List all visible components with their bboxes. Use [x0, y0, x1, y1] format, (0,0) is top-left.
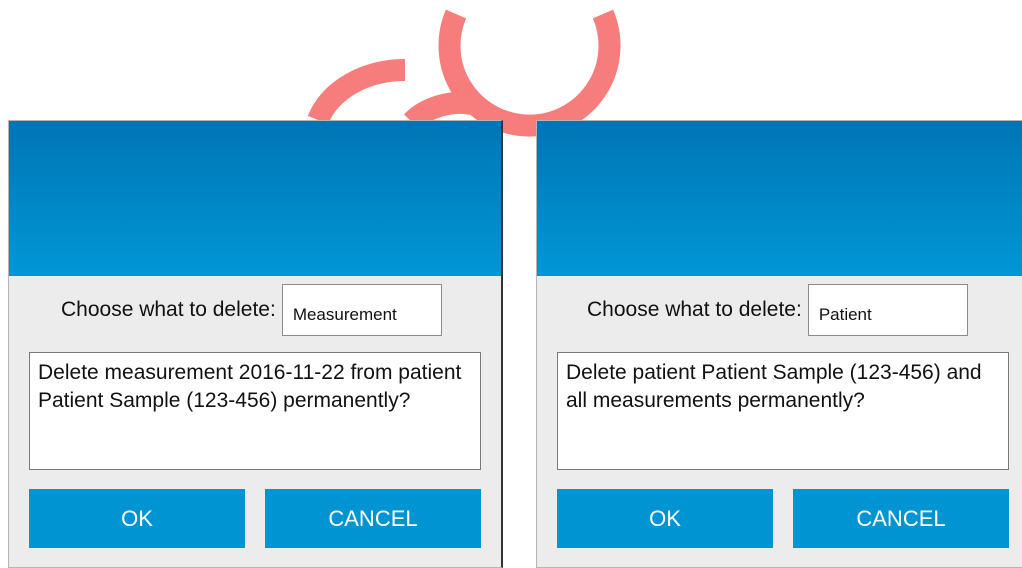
- confirmation-message: Delete patient Patient Sample (123-456) …: [557, 352, 1009, 470]
- screenshot-stage: Choose what to delete: Measurement Delet…: [0, 0, 1022, 568]
- decorative-arc-small: [307, 59, 406, 125]
- delete-dialog-patient: Choose what to delete: Patient Delete pa…: [536, 120, 1022, 568]
- decorative-arc-large: [438, 9, 621, 137]
- delete-type-select[interactable]: Measurement: [281, 284, 442, 336]
- choose-what-to-delete-row: Choose what to delete: Measurement: [61, 283, 442, 337]
- delete-dialog-measurement: Choose what to delete: Measurement Delet…: [8, 120, 503, 568]
- cancel-button[interactable]: CANCEL: [265, 489, 481, 548]
- dialog-header: [9, 121, 501, 276]
- ok-button[interactable]: OK: [557, 489, 773, 548]
- confirmation-message: Delete measurement 2016-11-22 from patie…: [29, 352, 481, 470]
- dialog-header: [537, 121, 1022, 276]
- cancel-button[interactable]: CANCEL: [793, 489, 1009, 548]
- ok-button[interactable]: OK: [29, 489, 245, 548]
- choose-label: Choose what to delete:: [61, 298, 276, 321]
- choose-label: Choose what to delete:: [587, 298, 802, 321]
- delete-type-select[interactable]: Patient: [807, 284, 968, 336]
- choose-what-to-delete-row: Choose what to delete: Patient: [587, 283, 968, 337]
